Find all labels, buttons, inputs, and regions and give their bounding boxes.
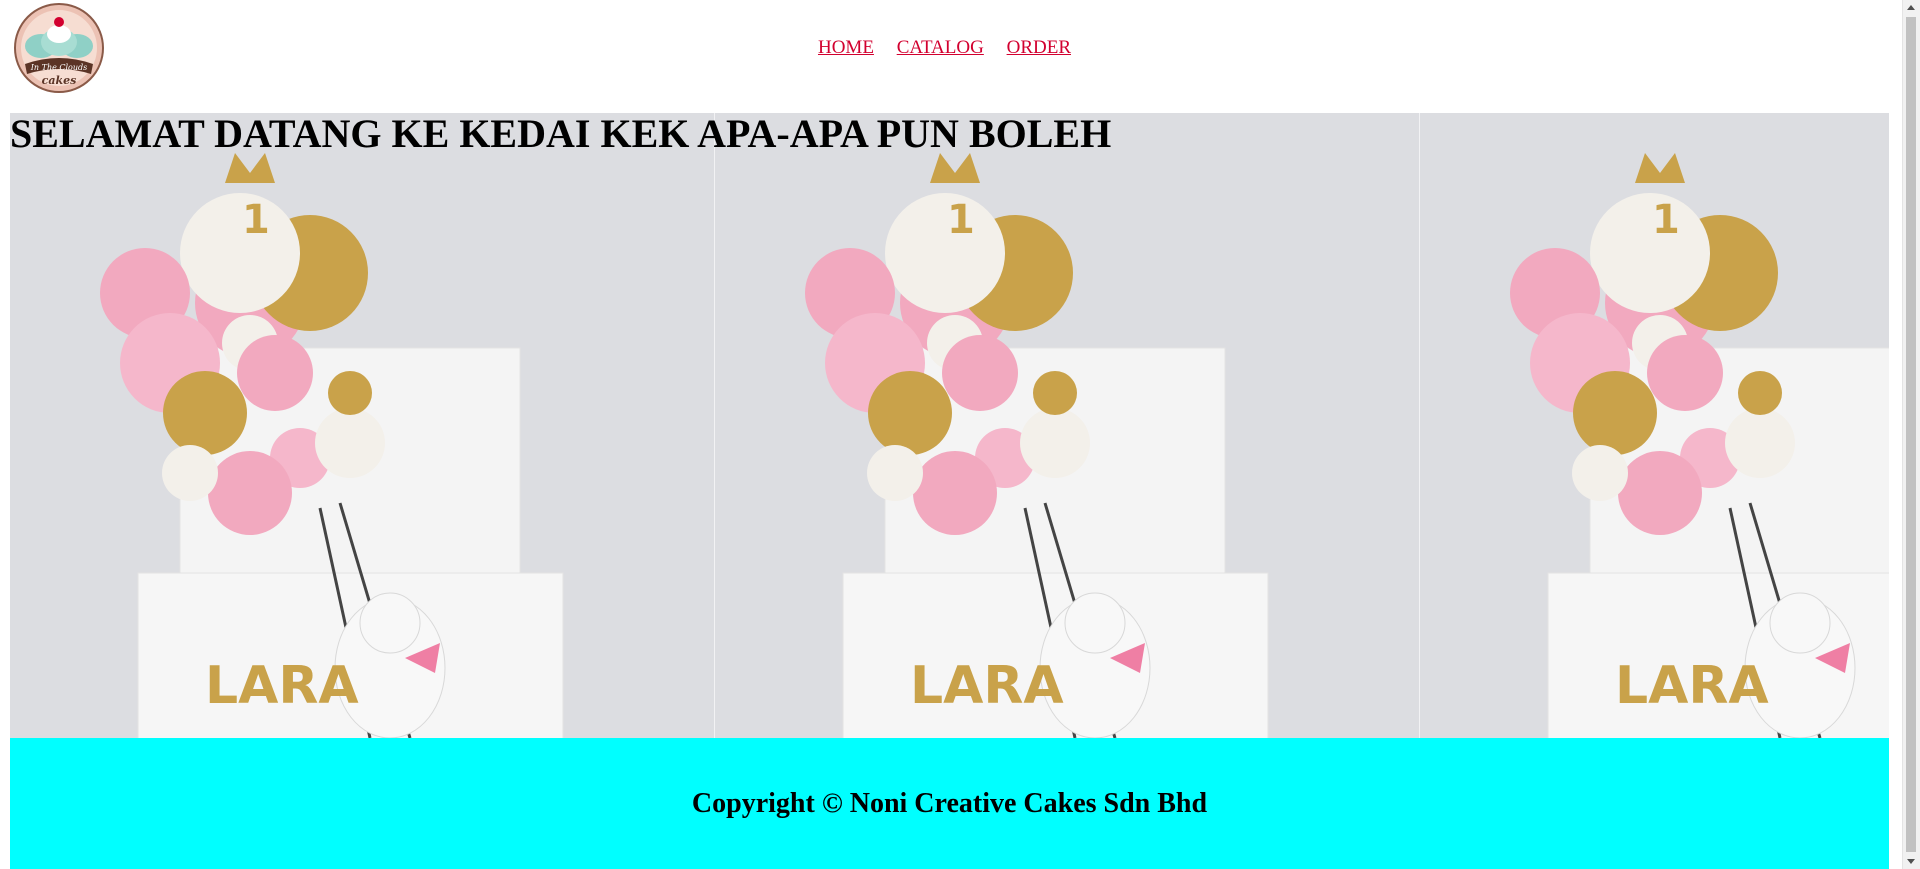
cake-name-text: LARA bbox=[910, 656, 1064, 716]
main-nav: HOME CATALOG ORDER bbox=[0, 37, 1889, 59]
topper-number-text: 1 bbox=[242, 197, 270, 243]
copyright-text: Copyright © Noni Creative Cakes Sdn Bhd bbox=[691, 787, 1208, 819]
cake-name-text: LARA bbox=[1615, 656, 1769, 716]
logo-text-line2: cakes bbox=[42, 74, 77, 87]
hero-banner: LARA 1 LARA 1 LARA 1 bbox=[10, 113, 1889, 738]
site-footer: Copyright © Noni Creative Cakes Sdn Bhd bbox=[10, 738, 1889, 869]
cake-image-1: LARA 1 bbox=[10, 113, 715, 738]
nav-link-catalog[interactable]: CATALOG bbox=[897, 37, 984, 58]
cake-image-3: LARA 1 bbox=[1420, 113, 1889, 738]
page-title: SELAMAT DATANG KE KEDAI KEK APA-APA PUN … bbox=[10, 111, 1112, 156]
cake-illustration: LARA 1 bbox=[715, 113, 1420, 738]
cake-illustration: LARA 1 bbox=[10, 113, 715, 738]
cake-name-text: LARA bbox=[205, 656, 359, 716]
site-header: In The Clouds cakes HOME CATALOG ORDER bbox=[0, 0, 1889, 113]
scroll-up-icon[interactable] bbox=[1907, 5, 1915, 10]
topper-number-text: 1 bbox=[1652, 197, 1680, 243]
nav-link-home[interactable]: HOME bbox=[818, 37, 874, 58]
topper-number-text: 1 bbox=[947, 197, 975, 243]
logo-text-line1: In The Clouds bbox=[30, 63, 88, 72]
cake-image-2: LARA 1 bbox=[715, 113, 1420, 738]
scroll-down-icon[interactable] bbox=[1907, 859, 1915, 864]
cake-illustration: LARA 1 bbox=[1420, 113, 1889, 738]
scrollbar-thumb[interactable] bbox=[1906, 17, 1916, 852]
nav-link-order[interactable]: ORDER bbox=[1007, 37, 1071, 58]
vertical-scrollbar[interactable] bbox=[1902, 0, 1920, 869]
